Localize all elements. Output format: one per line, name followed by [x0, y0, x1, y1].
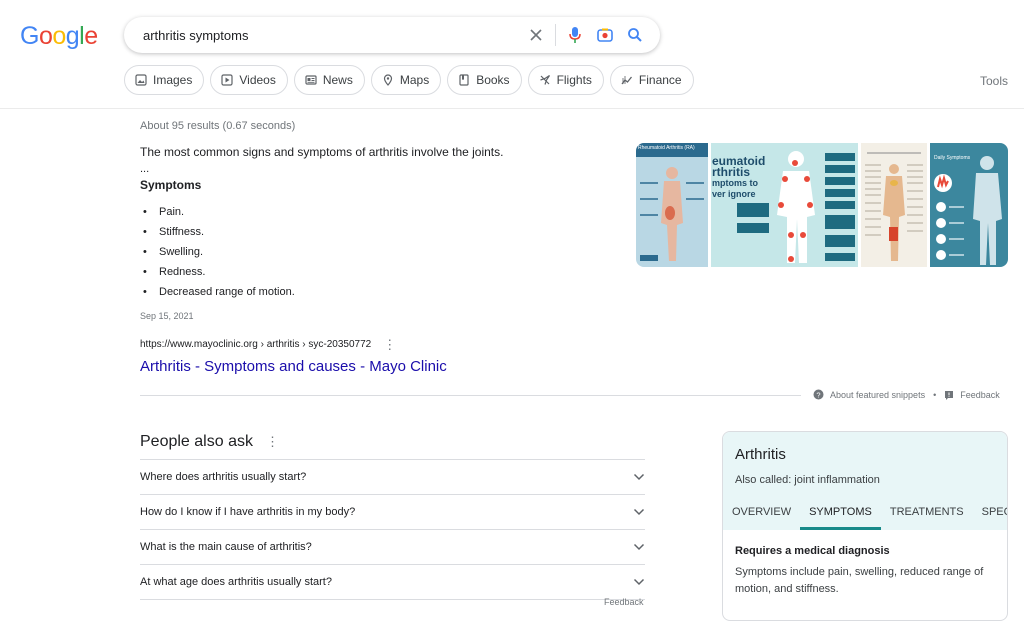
chevron-down-icon	[633, 543, 645, 551]
chevron-down-icon	[633, 473, 645, 481]
map-pin-icon	[383, 74, 392, 86]
chip-maps[interactable]: Maps	[370, 65, 442, 95]
paa-feedback-link[interactable]: Feedback	[604, 597, 644, 607]
paa-question[interactable]: At what age does arthritis usually start…	[140, 564, 645, 599]
search-separator	[555, 24, 556, 46]
chevron-down-icon	[633, 578, 645, 586]
tab-overview[interactable]: OVERVIEW	[723, 498, 800, 530]
list-item-text: Redness.	[159, 266, 206, 278]
kp-subtitle: Also called: joint inflammation	[735, 474, 880, 486]
list-item-text: Swelling.	[159, 246, 204, 258]
featured-snippet-meta: ? About featured snippets • Feedback	[813, 389, 1000, 400]
more-options-icon[interactable]: ⋮	[383, 338, 396, 351]
search-box	[124, 17, 660, 53]
snippet-heading: Symptoms	[140, 178, 202, 192]
chip-label: Books	[476, 73, 510, 87]
logo-letter: o	[38, 22, 53, 50]
result-title-link[interactable]: Arthritis - Symptoms and causes - Mayo C…	[140, 358, 447, 375]
snippet-date: Sep 15, 2021	[140, 311, 194, 321]
paa-bottom-divider	[140, 599, 645, 600]
people-also-ask-title: People also ask ⋮	[140, 433, 279, 451]
kp-title: Arthritis	[735, 446, 786, 463]
news-icon	[305, 75, 317, 85]
logo-letter: G	[20, 22, 39, 50]
paa-title-text: People also ask	[140, 433, 253, 450]
paa-question[interactable]: What is the main cause of arthritis?	[140, 529, 645, 564]
list-item-text: Pain.	[159, 206, 185, 218]
paa-question[interactable]: Where does arthritis usually start?	[140, 459, 645, 494]
plane-icon	[539, 75, 550, 85]
result-stats: About 95 results (0.67 seconds)	[140, 120, 296, 132]
paa-question-text: Where does arthritis usually start?	[140, 471, 307, 483]
header-divider	[0, 108, 1024, 109]
book-icon	[459, 74, 469, 86]
chip-label: Finance	[638, 73, 682, 87]
clear-icon[interactable]	[525, 24, 547, 46]
about-featured-snippets-link[interactable]: About featured snippets	[830, 390, 925, 400]
tab-symptoms[interactable]: SYMPTOMS	[800, 498, 881, 530]
snippet-image-3[interactable]	[861, 143, 927, 267]
snippet-image-2[interactable]: eumatoid rthritis mptoms to ver ignore	[711, 143, 858, 267]
chip-label: Maps	[399, 73, 430, 87]
list-item: • Swelling.	[140, 244, 295, 264]
kp-body-text: Symptoms include pain, swelling, reduced…	[735, 566, 984, 595]
kp-body-title: Requires a medical diagnosis	[735, 545, 890, 557]
snippet-ellipsis: ...	[140, 163, 150, 175]
video-icon	[221, 74, 233, 86]
snippet-image-4[interactable]: Daily Symptoms	[930, 143, 1008, 267]
logo-letter: g	[65, 22, 80, 50]
search-filter-chips: Images Videos News Maps Books Flights Fi…	[124, 65, 694, 95]
search-icon[interactable]	[624, 24, 646, 46]
chip-flights[interactable]: Flights	[527, 65, 604, 95]
list-item-text: Stiffness.	[159, 226, 205, 238]
paa-question-text: What is the main cause of arthritis?	[140, 541, 312, 553]
snippet-image-1[interactable]: Rheumatoid Arthritis (RA)	[636, 143, 708, 267]
list-item: • Pain.	[140, 204, 295, 224]
tools-button[interactable]: Tools	[980, 74, 1008, 88]
tab-specialists[interactable]: SPEC	[973, 498, 1007, 530]
feedback-link[interactable]: Feedback	[960, 390, 1000, 400]
svg-text:?: ?	[816, 390, 820, 399]
snippet-text: The most common signs and symptoms of ar…	[140, 145, 504, 159]
camera-lens-icon[interactable]	[594, 24, 616, 46]
snippet-images: Rheumatoid Arthritis (RA) eumatoid rthri…	[636, 143, 1008, 267]
snippet-divider	[140, 395, 801, 396]
separator-dot: •	[933, 389, 937, 400]
cite-url: https://www.mayoclinic.org › arthritis ›…	[140, 339, 372, 350]
list-item: • Stiffness.	[140, 224, 295, 244]
knowledge-panel: Arthritis Also called: joint inflammatio…	[722, 431, 1008, 621]
chip-finance[interactable]: Finance	[609, 65, 694, 95]
chip-label: Images	[153, 73, 193, 87]
list-item-text: Decreased range of motion.	[159, 286, 295, 298]
microphone-icon[interactable]	[564, 24, 586, 46]
chip-news[interactable]: News	[293, 65, 365, 95]
result-cite: https://www.mayoclinic.org › arthritis ›…	[140, 338, 396, 351]
kp-tabs: OVERVIEW SYMPTOMS TREATMENTS SPEC	[723, 498, 1007, 530]
chip-label: Videos	[239, 73, 276, 87]
finance-icon	[621, 76, 632, 85]
search-input[interactable]	[141, 26, 505, 44]
more-options-icon[interactable]: ⋮	[266, 434, 279, 450]
logo-letter: e	[84, 22, 98, 50]
chevron-down-icon	[633, 508, 645, 516]
paa-question-text: At what age does arthritis usually start…	[140, 576, 332, 588]
chip-label: Flights	[556, 73, 592, 87]
people-also-ask-list: Where does arthritis usually start? How …	[140, 459, 645, 600]
chip-label: News	[322, 73, 353, 87]
help-icon: ?	[813, 389, 824, 400]
image-icon	[135, 74, 147, 86]
paa-question[interactable]: How do I know if I have arthritis in my …	[140, 494, 645, 529]
feedback-icon	[945, 390, 954, 400]
tab-treatments[interactable]: TREATMENTS	[881, 498, 973, 530]
google-logo[interactable]: Google	[20, 22, 98, 51]
list-item: • Decreased range of motion.	[140, 284, 295, 304]
logo-letter: o	[52, 22, 66, 50]
paa-question-text: How do I know if I have arthritis in my …	[140, 506, 356, 518]
chip-books[interactable]: Books	[447, 65, 522, 95]
chip-images[interactable]: Images	[124, 65, 205, 95]
chip-videos[interactable]: Videos	[210, 65, 288, 95]
list-item: • Redness.	[140, 264, 295, 284]
snippet-list: • Pain. • Stiffness. • Swelling. • Redness. …	[140, 204, 295, 304]
